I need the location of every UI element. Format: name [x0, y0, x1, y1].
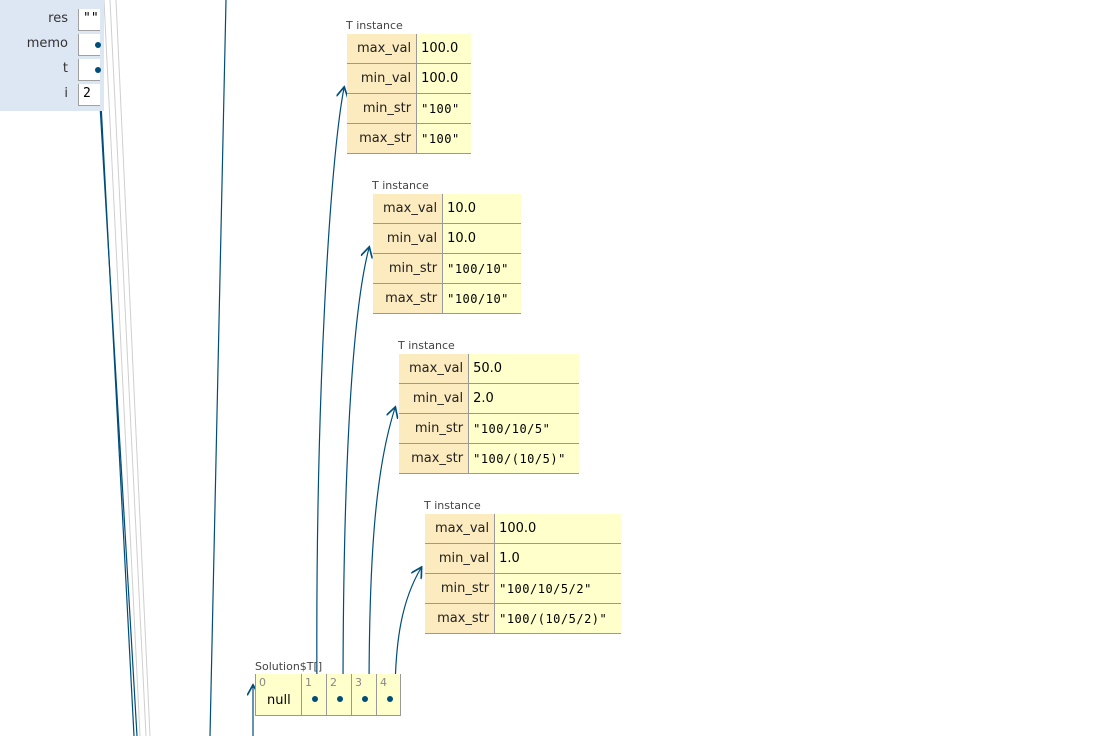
- field-name: max_str: [347, 123, 418, 154]
- array-index: 0: [259, 676, 266, 689]
- var-name: memo: [26, 36, 68, 51]
- t-instance-object: max_val 10.0 min_val 10.0 min_str "100/10" …: [373, 194, 522, 314]
- object-label: T instance: [372, 179, 429, 192]
- field-name: min_str: [347, 93, 418, 124]
- var-value: 2: [78, 84, 100, 106]
- memo-pointer-dot: [95, 42, 101, 48]
- memo-pointer-line: [97, 45, 135, 736]
- field-value: 10.0: [442, 223, 522, 254]
- field-name: max_val: [425, 514, 496, 544]
- array-cell: 1: [301, 674, 326, 716]
- array-index: 4: [380, 676, 387, 689]
- field-name: min_val: [399, 383, 470, 414]
- field-value: 100.0: [494, 514, 622, 544]
- field-value: "100/10": [442, 283, 522, 314]
- frame-var-res: res "": [0, 9, 104, 33]
- field-name: min_str: [425, 573, 496, 604]
- field-value: 50.0: [468, 354, 580, 384]
- gray-line: [115, 0, 151, 736]
- object-label: T instance: [398, 339, 455, 352]
- arr1-pointer-line: [316, 88, 344, 700]
- pointer-dot: [362, 696, 368, 702]
- field-value: "100/10/5/2": [494, 573, 622, 604]
- array-index: 3: [355, 676, 362, 689]
- frame-var-i: i 2: [0, 84, 104, 108]
- field-value: 100.0: [416, 34, 472, 64]
- field-value: "100": [416, 123, 472, 154]
- pointer-dot: [387, 696, 393, 702]
- field-name: max_str: [373, 283, 444, 314]
- field-value: "100/10": [442, 253, 522, 284]
- field-name: min_str: [399, 413, 470, 444]
- pointer-dot: [312, 696, 318, 702]
- array-index: 2: [330, 676, 337, 689]
- array-cell: 0 null: [255, 674, 301, 716]
- array-index: 1: [305, 676, 312, 689]
- field-value: "100/(10/5/2)": [494, 603, 622, 634]
- array-null-value: null: [267, 693, 291, 708]
- field-value: 100.0: [416, 63, 472, 94]
- field-value: "100/(10/5)": [468, 443, 580, 474]
- object-label: T instance: [424, 499, 481, 512]
- object-label: T instance: [346, 19, 403, 32]
- t-pointer-line: [97, 70, 138, 736]
- field-name: max_str: [425, 603, 496, 634]
- arr2-pointer-line: [342, 248, 369, 700]
- blue-line: [209, 0, 227, 736]
- t-instance-object: max_val 50.0 min_val 2.0 min_str "100/10/5"…: [399, 354, 580, 474]
- gray-line: [103, 0, 141, 736]
- frame-var-t: t: [0, 59, 104, 83]
- frame-var-memo: memo: [0, 34, 104, 58]
- field-name: min_val: [373, 223, 444, 254]
- var-name: i: [64, 86, 68, 101]
- field-value: 10.0: [442, 194, 522, 224]
- t-instance-object: max_val 100.0 min_val 1.0 min_str "100/10/5…: [425, 514, 622, 634]
- t-pointer-dot: [95, 67, 101, 73]
- field-value: "100/10/5": [468, 413, 580, 444]
- array-cell: 3: [351, 674, 376, 716]
- array-label: Solution$T[]: [255, 660, 323, 673]
- arr3-pointer-line: [368, 408, 395, 700]
- field-name: min_str: [373, 253, 444, 284]
- var-name: res: [48, 11, 68, 26]
- field-value: "100": [416, 93, 472, 124]
- stack-frame-panel: res "" memo t i 2: [0, 0, 104, 111]
- array-cell: 4: [376, 674, 401, 716]
- pointer-dot: [337, 696, 343, 702]
- solution-t-array: 0 null 1 2 3 4: [255, 674, 401, 716]
- t-instance-object: max_val 100.0 min_val 100.0 min_str "100" m…: [347, 34, 472, 154]
- field-name: min_val: [347, 63, 418, 94]
- field-value: 2.0: [468, 383, 580, 414]
- field-name: min_val: [425, 543, 496, 574]
- field-name: max_val: [373, 194, 444, 224]
- field-name: max_val: [399, 354, 470, 384]
- array-cell: 2: [326, 674, 351, 716]
- var-name: t: [62, 61, 68, 76]
- var-value: "": [78, 9, 100, 31]
- field-value: 1.0: [494, 543, 622, 574]
- field-name: max_val: [347, 34, 418, 64]
- field-name: max_str: [399, 443, 470, 474]
